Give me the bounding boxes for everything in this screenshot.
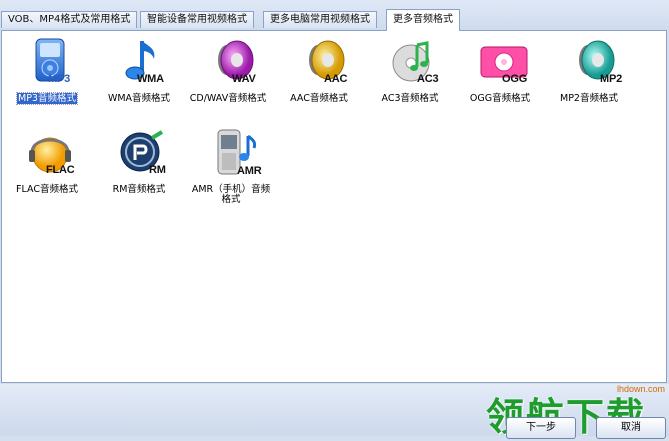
ogg-badge: OGG [502, 73, 528, 85]
mp2-badge: MP2 [600, 73, 623, 85]
format-item-flac[interactable]: FLAC FLAC音频格式 [2, 124, 92, 208]
format-item-mp2[interactable]: MP2 MP2音频格式 [544, 33, 634, 117]
format-item-ac3[interactable]: AC3 AC3音频格式 [365, 33, 455, 117]
format-item-mp3[interactable]: MP3 MP3音频格式 [2, 33, 92, 117]
tab-bar: VOB、MP4格式及常用格式 智能设备常用视频格式 更多电脑常用视频格式 更多音… [0, 0, 669, 31]
format-label-mp3: MP3音频格式 [2, 92, 92, 105]
format-label-aac: AAC音频格式 [290, 93, 348, 104]
tab-vob-mp4-common[interactable]: VOB、MP4格式及常用格式 [1, 11, 138, 28]
format-label-amr: AMR（手机）音频格式 [191, 184, 271, 205]
format-label-mp2: MP2音频格式 [560, 93, 618, 104]
amr-badge: AMR [237, 165, 262, 177]
format-item-amr[interactable]: AMR AMR（手机）音频格式 [186, 124, 276, 208]
tab-smart-device-video[interactable]: 智能设备常用视频格式 [140, 11, 254, 28]
ac3-badge: AC3 [417, 73, 439, 85]
format-label-ac3: AC3音频格式 [381, 93, 439, 104]
tab-more-audio[interactable]: 更多音频格式 [386, 9, 460, 31]
format-label-wma: WMA音频格式 [107, 93, 171, 104]
format-item-rm[interactable]: RM RM音频格式 [94, 124, 184, 208]
format-item-wav[interactable]: WAV CD/WAV音频格式 [183, 33, 273, 117]
format-label-ogg: OGG音频格式 [469, 93, 531, 104]
format-label-mp3-text: MP3音频格式 [16, 92, 78, 105]
rm-badge: RM [149, 164, 166, 176]
format-panel: MP3 MP3音频格式 WMA WMA音频格式 WAV CD/WAV音频格式 A… [1, 30, 667, 383]
wma-badge: WMA [137, 73, 164, 85]
format-label-wav: CD/WAV音频格式 [189, 93, 267, 104]
mp3-badge: MP3 [48, 73, 71, 85]
tab-pc-video[interactable]: 更多电脑常用视频格式 [263, 11, 377, 28]
flac-badge: FLAC [46, 164, 75, 176]
format-label-rm: RM音频格式 [112, 184, 166, 195]
format-item-ogg[interactable]: OGG OGG音频格式 [455, 33, 545, 117]
format-item-wma[interactable]: WMA WMA音频格式 [94, 33, 184, 117]
format-label-flac: FLAC音频格式 [16, 184, 78, 195]
format-item-aac[interactable]: AAC AAC音频格式 [274, 33, 364, 117]
aac-badge: AAC [324, 73, 348, 85]
wav-badge: WAV [232, 73, 256, 85]
